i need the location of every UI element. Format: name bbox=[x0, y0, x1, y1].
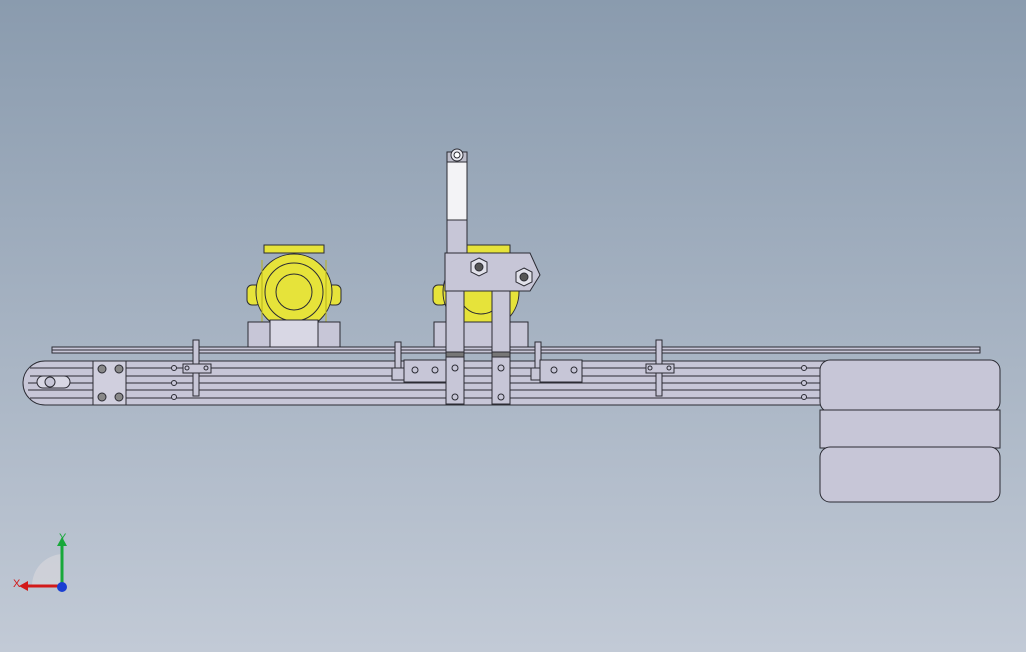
coordinate-triad: Y X bbox=[13, 532, 67, 592]
x-axis-label: X bbox=[13, 578, 21, 590]
drive-motor-housing[interactable] bbox=[819, 359, 1001, 503]
z-axis-dot bbox=[57, 582, 67, 592]
left-motor[interactable] bbox=[246, 244, 342, 353]
triad-plane bbox=[31, 554, 62, 586]
conveyor-assembly-model[interactable] bbox=[0, 0, 1026, 652]
center-plate-left[interactable] bbox=[403, 359, 447, 383]
y-axis-label: Y bbox=[59, 532, 67, 544]
cad-viewport[interactable]: Y X bbox=[0, 0, 1026, 652]
